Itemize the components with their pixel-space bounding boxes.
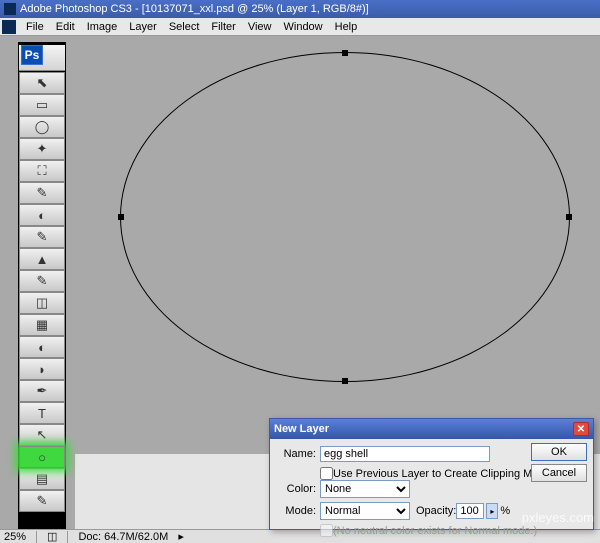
close-icon[interactable]: ✕ bbox=[573, 422, 589, 436]
anchor-right[interactable] bbox=[566, 214, 572, 220]
menu-layer[interactable]: Layer bbox=[123, 21, 163, 33]
eyedropper-tool[interactable]: ✎ bbox=[19, 490, 65, 512]
gradient-tool[interactable]: ▦ bbox=[19, 314, 65, 336]
menu-select[interactable]: Select bbox=[163, 21, 206, 33]
opacity-input[interactable] bbox=[456, 503, 484, 519]
name-label: Name: bbox=[278, 448, 316, 460]
watermark: pxleyes.com bbox=[522, 510, 594, 525]
opacity-unit: % bbox=[500, 505, 510, 517]
color-label: Color: bbox=[278, 483, 316, 495]
lasso-tool[interactable]: ◯ bbox=[19, 116, 65, 138]
mode-select[interactable]: Normal bbox=[320, 502, 410, 520]
notes-tool[interactable]: ▤ bbox=[19, 468, 65, 490]
canvas[interactable] bbox=[75, 42, 590, 473]
pen-tool[interactable]: ✒ bbox=[19, 380, 65, 402]
clip-label: Use Previous Layer to Create Clipping Ma… bbox=[333, 468, 549, 480]
move-tool[interactable]: ⬉ bbox=[19, 72, 65, 94]
name-input[interactable] bbox=[320, 446, 490, 462]
anchor-bottom[interactable] bbox=[342, 378, 348, 384]
slice-tool[interactable]: ✎ bbox=[19, 182, 65, 204]
menu-file[interactable]: File bbox=[20, 21, 50, 33]
menu-filter[interactable]: Filter bbox=[205, 21, 241, 33]
cancel-button[interactable]: Cancel bbox=[531, 464, 587, 482]
eraser-tool[interactable]: ◫ bbox=[19, 292, 65, 314]
menu-image[interactable]: Image bbox=[81, 21, 124, 33]
mode-label: Mode: bbox=[278, 505, 316, 517]
zoom-level[interactable]: 25% bbox=[4, 531, 26, 543]
neutral-label: (No neutral color exists for Normal mode… bbox=[333, 525, 537, 537]
ellipse-path[interactable] bbox=[120, 52, 570, 382]
dodge-tool[interactable]: ◗ bbox=[19, 358, 65, 380]
ps-logo: Ps bbox=[21, 45, 43, 65]
marquee-tool[interactable]: ▭ bbox=[19, 94, 65, 116]
path-tool[interactable]: ↖ bbox=[19, 424, 65, 446]
brush-tool[interactable]: ✎ bbox=[19, 226, 65, 248]
app-icon bbox=[4, 3, 16, 15]
window-icon bbox=[2, 20, 16, 34]
neutral-checkbox bbox=[320, 524, 333, 537]
anchor-left[interactable] bbox=[118, 214, 124, 220]
type-tool[interactable]: T bbox=[19, 402, 65, 424]
heal-tool[interactable]: ◐ bbox=[19, 204, 65, 226]
tools-header: Ps bbox=[19, 45, 65, 71]
stamp-tool[interactable]: ▲ bbox=[19, 248, 65, 270]
opacity-arrow-icon[interactable]: ▸ bbox=[486, 503, 498, 519]
menu-edit[interactable]: Edit bbox=[50, 21, 81, 33]
wand-tool[interactable]: ✦ bbox=[19, 138, 65, 160]
blur-tool[interactable]: ◐ bbox=[19, 336, 65, 358]
menu-window[interactable]: Window bbox=[278, 21, 329, 33]
title-text: Adobe Photoshop CS3 - [10137071_xxl.psd … bbox=[20, 3, 369, 15]
color-select[interactable]: None bbox=[320, 480, 410, 498]
anchor-top[interactable] bbox=[342, 50, 348, 56]
dialog-title-bar[interactable]: New Layer ✕ bbox=[270, 419, 593, 439]
clip-checkbox[interactable] bbox=[320, 467, 333, 480]
history-tool[interactable]: ✎ bbox=[19, 270, 65, 292]
shape-tool[interactable]: ○ bbox=[19, 446, 65, 468]
menu-help[interactable]: Help bbox=[329, 21, 364, 33]
menu-view[interactable]: View bbox=[242, 21, 278, 33]
ok-button[interactable]: OK bbox=[531, 443, 587, 461]
crop-tool[interactable]: ⛶ bbox=[19, 160, 65, 182]
doc-size: Doc: 64.7M/62.0M bbox=[78, 531, 168, 543]
title-bar: Adobe Photoshop CS3 - [10137071_xxl.psd … bbox=[0, 0, 600, 18]
menu-bar: File Edit Image Layer Select Filter View… bbox=[0, 18, 600, 36]
dialog-title-text: New Layer bbox=[274, 423, 329, 435]
opacity-label: Opacity: bbox=[416, 505, 456, 517]
tools-panel: Ps ⬉ ▭ ◯ ✦ ⛶ ✎ ◐ ✎ ▲ ✎ ◫ ▦ ◐ ◗ ✒ T ↖ ○ ▤… bbox=[18, 42, 66, 532]
